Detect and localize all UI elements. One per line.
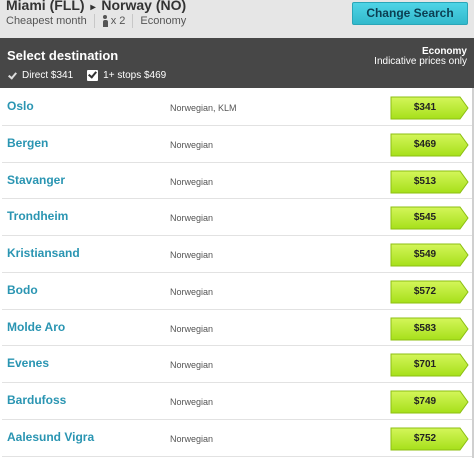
- price-label: $572: [413, 285, 437, 297]
- destination-row[interactable]: Oslo Norwegian, KLM $341: [2, 89, 472, 126]
- cabin-class-label: Economy: [140, 15, 187, 27]
- route-arrow-icon: ▸: [90, 2, 96, 13]
- price-label: $469: [413, 138, 437, 150]
- person-icon: [102, 15, 109, 27]
- airline-list: Norwegian: [170, 323, 214, 334]
- divider: [132, 14, 134, 28]
- price-label: $752: [413, 432, 437, 444]
- price-label: $513: [413, 175, 437, 187]
- destination-city-link[interactable]: Bergen: [7, 136, 48, 150]
- price-button[interactable]: $701: [390, 353, 469, 377]
- month-label: Cheapest month: [6, 15, 87, 27]
- airline-list: Norwegian, KLM: [170, 103, 237, 113]
- passenger-count: x 2: [102, 15, 126, 27]
- filter-one-plus-stops[interactable]: 1+ stops $469: [87, 70, 166, 81]
- origin-label: Miami (FLL): [6, 0, 85, 13]
- destination-row[interactable]: Bergen Norwegian $469: [2, 125, 472, 163]
- price-label: $545: [413, 212, 437, 224]
- destination-city-link[interactable]: Aalesund Vigra: [7, 430, 94, 444]
- airline-list: Norwegian: [170, 250, 214, 260]
- airline-list: Norwegian: [170, 213, 214, 224]
- panel-header: Select destination Economy Indicative pr…: [0, 38, 474, 88]
- destination-city-link[interactable]: Molde Aro: [7, 320, 65, 334]
- destination-label: Norway (NO): [101, 0, 187, 13]
- price-button[interactable]: $549: [390, 243, 469, 267]
- destination-city-link[interactable]: Evenes: [7, 356, 49, 370]
- price-button[interactable]: $545: [390, 206, 469, 230]
- price-label: $341: [413, 102, 437, 113]
- destination-city-link[interactable]: Bodo: [7, 283, 38, 297]
- search-summary-bar: Miami (FLL) ▸ Norway (NO) Cheapest month…: [0, 0, 474, 36]
- destination-city-link[interactable]: Oslo: [7, 99, 34, 113]
- divider: [93, 14, 95, 28]
- airline-list: Norwegian: [170, 286, 214, 297]
- price-label: $549: [413, 249, 437, 260]
- destination-row[interactable]: Bodo Norwegian $572: [2, 272, 472, 310]
- change-search-button[interactable]: Change Search: [352, 2, 468, 25]
- price-button[interactable]: $572: [390, 280, 469, 304]
- price-button[interactable]: $469: [390, 133, 469, 157]
- destination-row[interactable]: Evenes Norwegian $701: [2, 346, 472, 383]
- price-button[interactable]: $583: [390, 317, 469, 341]
- passenger-count-label: x 2: [110, 15, 126, 27]
- price-button[interactable]: $341: [390, 96, 469, 120]
- destination-row[interactable]: Trondheim Norwegian $545: [2, 199, 472, 236]
- stop-filters: Direct $341 1+ stops $469: [7, 70, 180, 81]
- route-title: Miami (FLL) ▸ Norway (NO): [6, 0, 186, 13]
- airline-list: Norwegian: [170, 433, 214, 444]
- checkbox-checked-icon: [87, 70, 99, 81]
- destination-city-link[interactable]: Trondheim: [7, 209, 68, 223]
- airline-list: Norwegian: [170, 397, 214, 407]
- search-meta: Cheapest month x 2 Economy: [6, 14, 186, 28]
- destination-panel: Select destination Economy Indicative pr…: [0, 38, 474, 458]
- destination-city-link[interactable]: Bardufoss: [7, 393, 66, 407]
- cabin-info: Economy Indicative prices only: [374, 47, 467, 67]
- destination-row[interactable]: Stavanger Norwegian $513: [2, 162, 472, 200]
- destination-city-link[interactable]: Kristiansand: [7, 246, 80, 260]
- price-label: $583: [413, 322, 437, 334]
- destination-row[interactable]: Molde Aro Norwegian $583: [2, 309, 472, 347]
- check-icon: [7, 71, 17, 81]
- filter-stops-label: 1+ stops $469: [103, 70, 167, 81]
- price-button[interactable]: $513: [390, 170, 469, 194]
- panel-title: Select destination: [7, 48, 119, 63]
- price-label: $749: [413, 396, 437, 407]
- airline-list: Norwegian: [170, 360, 214, 371]
- price-note: Indicative prices only: [374, 56, 467, 67]
- destination-city-link[interactable]: Stavanger: [7, 173, 65, 187]
- airline-list: Norwegian: [170, 139, 214, 150]
- airline-list: Norwegian: [170, 176, 214, 187]
- filter-direct-label: Direct $341: [22, 70, 74, 81]
- destination-row[interactable]: Aalesund Vigra Norwegian $752: [2, 419, 472, 457]
- destination-row[interactable]: Bardufoss Norwegian $749: [2, 383, 472, 420]
- destination-list: Oslo Norwegian, KLM $341 Bergen Norwegian $46…: [2, 89, 472, 457]
- price-button[interactable]: $749: [390, 390, 469, 414]
- price-button[interactable]: $752: [390, 427, 469, 451]
- price-label: $701: [413, 359, 437, 371]
- destination-row[interactable]: Kristiansand Norwegian $549: [2, 236, 472, 273]
- filter-direct[interactable]: Direct $341: [7, 70, 73, 81]
